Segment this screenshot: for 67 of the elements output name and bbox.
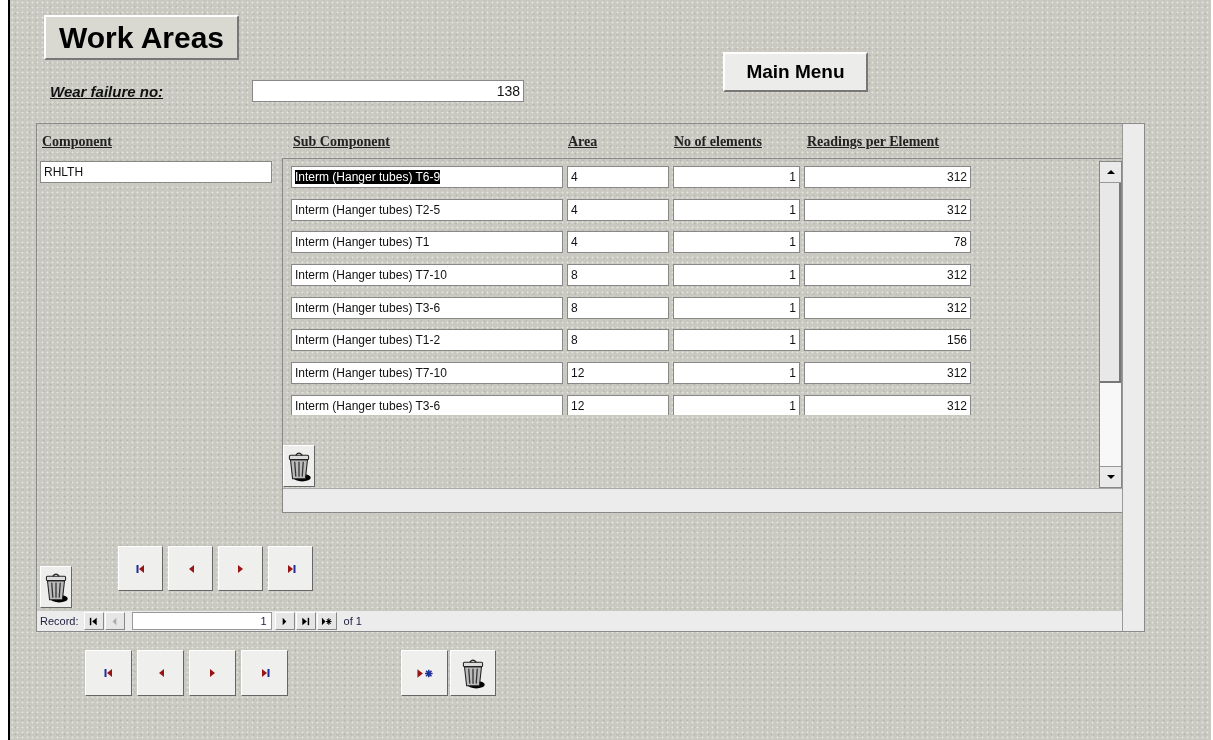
area-field[interactable]: 8 bbox=[567, 329, 669, 352]
column-header: Sub Component bbox=[293, 134, 391, 151]
first-arrow-icon bbox=[134, 562, 147, 575]
work-areas-title-button[interactable]: Work Areas bbox=[44, 15, 239, 60]
sub-component-field[interactable]: Interm (Hanger tubes) T2-5 bbox=[291, 198, 563, 221]
last-arrow-icon bbox=[300, 615, 312, 627]
trash-can-icon bbox=[286, 450, 312, 482]
record-number-field[interactable]: 1 bbox=[131, 612, 272, 631]
area-field[interactable]: 8 bbox=[567, 264, 669, 287]
sub-component-field[interactable]: Interm (Hanger tubes) T7-10 bbox=[291, 264, 563, 287]
delete-button[interactable] bbox=[40, 566, 72, 608]
readings-field[interactable]: 312 bbox=[804, 362, 971, 385]
prev-record-button[interactable] bbox=[137, 650, 184, 696]
trash-can-icon bbox=[43, 571, 69, 603]
area-field[interactable]: 12 bbox=[567, 394, 669, 415]
readings-field[interactable]: 312 bbox=[804, 296, 971, 319]
elements-field[interactable]: 1 bbox=[673, 198, 800, 221]
elements-field[interactable]: 1 bbox=[673, 166, 800, 188]
wear-failure-label: Wear failure no: bbox=[49, 82, 165, 100]
first-arrow-icon bbox=[102, 667, 115, 679]
sub-component-field[interactable]: Interm (Hanger tubes) T3-6 bbox=[291, 296, 563, 319]
scrollbar-thumb[interactable] bbox=[1100, 183, 1121, 383]
scroll-down-icon[interactable] bbox=[1105, 472, 1116, 482]
main-menu-button[interactable]: Main Menu bbox=[723, 52, 868, 92]
elements-field[interactable]: 1 bbox=[673, 394, 800, 415]
elements-field[interactable]: 1 bbox=[673, 362, 800, 385]
elements-field[interactable]: 1 bbox=[673, 329, 800, 352]
sub-component-field[interactable]: Interm (Hanger tubes) T1-2 bbox=[291, 329, 563, 352]
elements-field[interactable]: 1 bbox=[673, 296, 800, 319]
record-label: Record: bbox=[40, 615, 79, 628]
readings-field[interactable]: 156 bbox=[804, 329, 971, 352]
first-arrow-icon bbox=[88, 615, 100, 627]
last-record-button[interactable] bbox=[295, 612, 316, 631]
component-field[interactable]: RHLTH bbox=[40, 161, 272, 183]
next-record-button[interactable] bbox=[274, 612, 295, 631]
area-field[interactable]: 8 bbox=[567, 296, 669, 319]
new-record-icon bbox=[415, 666, 434, 680]
new-record-icon bbox=[321, 615, 333, 627]
vertical-scrollbar[interactable] bbox=[1099, 161, 1122, 488]
column-header: Readings per Element bbox=[807, 134, 940, 151]
area-field[interactable]: 4 bbox=[567, 166, 669, 188]
column-header: Area bbox=[568, 134, 599, 151]
readings-field[interactable]: 312 bbox=[804, 166, 971, 188]
prev-record-button[interactable] bbox=[168, 546, 213, 591]
sub-component-field[interactable]: Interm (Hanger tubes) T3-6 bbox=[291, 394, 563, 415]
column-header: No of elements bbox=[674, 134, 763, 151]
readings-field[interactable]: 78 bbox=[804, 231, 971, 254]
trash-can-icon bbox=[460, 657, 486, 689]
wear-failure-field[interactable]: 138 bbox=[252, 80, 524, 102]
readings-field[interactable]: 312 bbox=[804, 264, 971, 287]
column-header: Component bbox=[41, 134, 113, 151]
elements-field[interactable]: 1 bbox=[673, 264, 800, 287]
area-field[interactable]: 12 bbox=[567, 362, 669, 385]
readings-field[interactable]: 312 bbox=[804, 198, 971, 221]
new-record-button[interactable] bbox=[316, 612, 337, 631]
sub-component-field[interactable]: Interm (Hanger tubes) T6-9 bbox=[291, 166, 563, 188]
scroll-up-icon[interactable] bbox=[1105, 167, 1116, 177]
elements-field[interactable]: 1 bbox=[673, 231, 800, 254]
first-record-button[interactable] bbox=[83, 612, 104, 631]
area-field[interactable]: 4 bbox=[567, 198, 669, 221]
readings-field[interactable]: 312 bbox=[804, 394, 971, 415]
sub-component-field[interactable]: Interm (Hanger tubes) T7-10 bbox=[291, 362, 563, 385]
delete-button[interactable] bbox=[283, 445, 315, 487]
delete-button[interactable] bbox=[450, 650, 496, 696]
area-field[interactable]: 4 bbox=[567, 231, 669, 254]
record-count: of 1 bbox=[343, 615, 362, 628]
sub-component-field[interactable]: Interm (Hanger tubes) T1 bbox=[291, 231, 563, 254]
